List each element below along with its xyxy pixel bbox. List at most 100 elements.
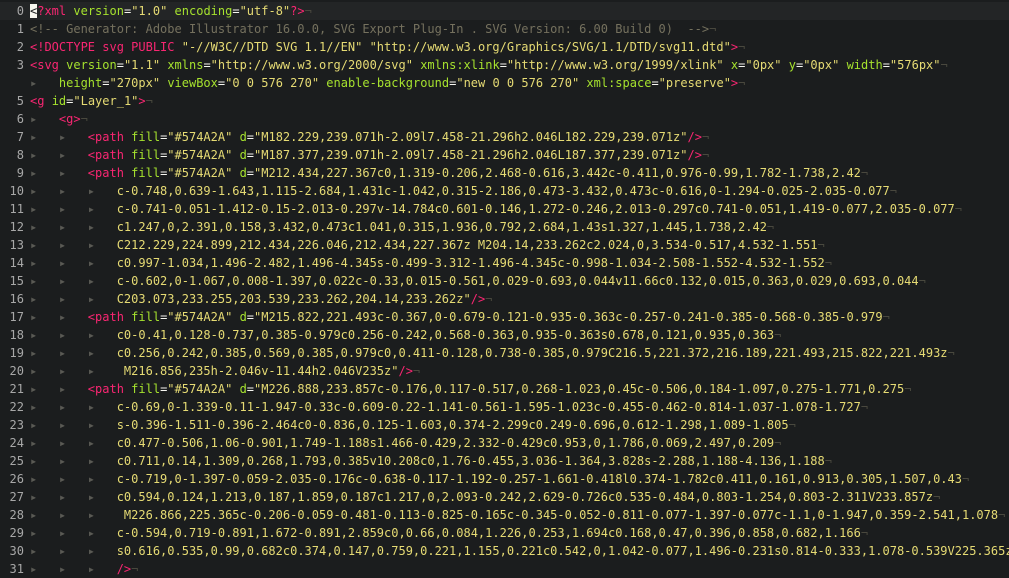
line-number: 25: [9, 454, 24, 468]
code-line[interactable]: 24 ▸ ▸ ▸ c0.477-0.506,1.06-0.901,1.749-1.…: [0, 434, 1009, 452]
indent-guide: ▸ ▸ ▸: [30, 472, 117, 486]
code-line[interactable]: 10 ▸ ▸ ▸ c-0.748,0.639-1.643,1.115-2.684,…: [0, 182, 1009, 200]
code-token: <!DOCTYPE svg PUBLIC: [30, 40, 182, 54]
line-number: 28: [9, 508, 24, 522]
line-number: 16: [9, 292, 24, 306]
code-line[interactable]: 13 ▸ ▸ ▸ C212.229,224.899,212.434,226.046…: [0, 236, 1009, 254]
code-token: "http://www.w3.org/2000/svg": [210, 58, 413, 72]
code-token: c0.997-1.034,1.496-2.482,1.496-4.345s-0.…: [116, 256, 825, 270]
code-token: "#574A2A": [167, 310, 233, 324]
code-line[interactable]: 29 ▸ ▸ ▸ c-0.594,0.719-0.891,1.672-0.891,…: [0, 524, 1009, 542]
indent-guide: ▸ ▸ ▸: [30, 418, 117, 432]
code-text: ▸ height="270px" viewBox="0 0 576 270" e…: [30, 74, 745, 92]
code-token: "270px": [109, 76, 161, 90]
indent-guide: ▸ ▸ ▸: [30, 346, 117, 360]
line-number: 17: [9, 310, 24, 324]
code-line[interactable]: 20 ▸ ▸ ▸ M216.856,235h-2.046v-11.44h2.046…: [0, 362, 1009, 380]
code-text: ▸ ▸ ▸ c-0.602,0-1.067,0.008-1.397,0.022c…: [30, 272, 926, 290]
code-line[interactable]: 27 ▸ ▸ ▸ c0.594,0.124,1.213,0.187,1.859,0…: [0, 488, 1009, 506]
code-line[interactable]: 7 ▸ ▸ <path fill="#574A2A" d="M182.229,23…: [0, 128, 1009, 146]
code-line[interactable]: 16 ▸ ▸ ▸ C203.073,233.255,203.539,233.262…: [0, 290, 1009, 308]
code-token: xml:space: [586, 76, 652, 90]
code-line[interactable]: 31 ▸ ▸ ▸ />¬: [0, 560, 1009, 578]
line-end-marker: ¬: [738, 40, 746, 54]
code-line[interactable]: 1 <!-- Generator: Adobe Illustrator 16.0.…: [0, 20, 1009, 38]
code-token: M226.866,225.365c-0.206-0.059-0.481-0.11…: [116, 508, 999, 522]
code-text: ▸ ▸ ▸ M226.866,225.365c-0.206-0.059-0.48…: [30, 506, 1005, 524]
code-token: y: [788, 58, 796, 72]
code-line[interactable]: 3 <svg version="1.1" xmlns="http://www.w3…: [0, 56, 1009, 74]
code-token: d: [239, 310, 247, 324]
line-number: 0: [16, 4, 24, 18]
code-line[interactable]: 14 ▸ ▸ ▸ c0.997-1.034,1.496-2.482,1.496-4…: [0, 254, 1009, 272]
code-token: =: [246, 148, 255, 162]
code-line[interactable]: 0 <?xml version="1.0" encoding="utf-8"?>¬: [0, 2, 1009, 20]
code-token: "-//W3C//DTD SVG 1.1//EN": [181, 40, 363, 54]
code-token: "#574A2A": [167, 166, 233, 180]
code-line[interactable]: ▸ height="270px" viewBox="0 0 576 270" e…: [0, 74, 1009, 92]
indent-guide: ▸: [30, 76, 59, 90]
code-line[interactable]: 19 ▸ ▸ ▸ c0.256,0.242,0.385,0.569,0.385,0…: [0, 344, 1009, 362]
line-end-marker: ¬: [485, 292, 493, 306]
code-line[interactable]: 17 ▸ ▸ <path fill="#574A2A" d="M215.822,2…: [0, 308, 1009, 326]
code-line[interactable]: 15 ▸ ▸ ▸ c-0.602,0-1.067,0.008-1.397,0.02…: [0, 272, 1009, 290]
code-token: c-0.719,0-1.397-0.059-2.035-0.176c-0.638…: [116, 472, 962, 486]
code-token: c0.256,0.242,0.385,0.569,0.385,0.979c0,0…: [116, 346, 948, 360]
line-number: 27: [9, 490, 24, 504]
code-token: />: [687, 148, 702, 162]
code-token: <g: [30, 94, 45, 108]
code-token: />: [398, 364, 413, 378]
code-line[interactable]: 26 ▸ ▸ ▸ c-0.719,0-1.397-0.059-2.035-0.17…: [0, 470, 1009, 488]
code-token: c-0.594,0.719-0.891,1.672-0.891,2.859c0,…: [116, 526, 861, 540]
code-line[interactable]: 11 ▸ ▸ ▸ c-0.741-0.051-1.412-0.15-2.013-0…: [0, 200, 1009, 218]
code-editor[interactable]: 0 <?xml version="1.0" encoding="utf-8"?>¬…: [0, 0, 1009, 576]
code-token: C212.229,224.899,212.434,226.046,212.434…: [116, 238, 818, 252]
code-text: ▸ ▸ ▸ s-0.396-1.511-0.396-2.464c0-0.836,…: [30, 416, 796, 434]
code-line[interactable]: 9 ▸ ▸ <path fill="#574A2A" d="M212.434,22…: [0, 164, 1009, 182]
code-token: viewBox: [167, 76, 218, 90]
code-token: c1.247,0,2.391,0.158,3.432,0.473c1.041,0…: [116, 220, 767, 234]
code-line[interactable]: 5 <g id="Layer_1">¬: [0, 92, 1009, 110]
indent-guide: ▸ ▸ ▸: [30, 292, 117, 306]
code-line[interactable]: 8 ▸ ▸ <path fill="#574A2A" d="M187.377,23…: [0, 146, 1009, 164]
code-text: <!-- Generator: Adobe Illustrator 16.0.0…: [30, 20, 716, 38]
code-line[interactable]: 21 ▸ ▸ <path fill="#574A2A" d="M226.888,2…: [0, 380, 1009, 398]
code-token: =: [246, 382, 255, 396]
line-end-marker: ¬: [933, 490, 941, 504]
code-line[interactable]: 22 ▸ ▸ ▸ c-0.69,0-1.339-0.11-1.947-0.33c-…: [0, 398, 1009, 416]
code-token: fill: [131, 310, 161, 324]
code-line[interactable]: 2 <!DOCTYPE svg PUBLIC "-//W3C//DTD SVG 1…: [0, 38, 1009, 56]
code-line[interactable]: 12 ▸ ▸ ▸ c1.247,0,2.391,0.158,3.432,0.473…: [0, 218, 1009, 236]
code-token: ?>: [290, 4, 305, 18]
code-token: fill: [131, 148, 161, 162]
line-end-marker: ¬: [709, 22, 717, 36]
code-token: =: [246, 130, 255, 144]
line-end-marker: ¬: [961, 472, 970, 486]
line-end-marker: ¬: [824, 454, 832, 468]
line-number: 24: [9, 436, 24, 450]
line-end-marker: ¬: [954, 202, 962, 216]
line-number: 13: [9, 238, 24, 252]
code-text: ▸ ▸ ▸ C212.229,224.899,212.434,226.046,2…: [30, 236, 825, 254]
code-line[interactable]: 28 ▸ ▸ ▸ M226.866,225.365c-0.206-0.059-0.…: [0, 506, 1009, 524]
line-end-marker: ¬: [131, 562, 139, 576]
code-line[interactable]: 6 ▸ <g>¬: [0, 110, 1009, 128]
line-number: 12: [9, 220, 24, 234]
code-token: =: [116, 58, 124, 72]
code-text: ▸ ▸ <path fill="#574A2A" d="M187.377,239…: [30, 146, 709, 164]
indent-guide: ▸ ▸ ▸: [30, 454, 117, 468]
code-line[interactable]: 23 ▸ ▸ ▸ s-0.396-1.511-0.396-2.464c0-0.83…: [0, 416, 1009, 434]
indent-guide: ▸ ▸ ▸: [30, 508, 117, 522]
code-token: d: [239, 130, 247, 144]
code-token: "0 0 576 270": [225, 76, 320, 90]
code-text: ▸ ▸ ▸ c1.247,0,2.391,0.158,3.432,0.473c1…: [30, 218, 774, 236]
code-token: M216.856,235h-2.046v-11.44h2.046V235z": [116, 364, 399, 378]
code-line[interactable]: 18 ▸ ▸ ▸ c0-0.41,0.128-0.737,0.385-0.979c…: [0, 326, 1009, 344]
code-text: <g id="Layer_1">¬: [30, 92, 153, 110]
code-line[interactable]: 30 ▸ ▸ ▸ s0.616,0.535,0.99,0.682c0.374,0.…: [0, 542, 1009, 560]
line-number: 8: [16, 148, 24, 162]
code-line[interactable]: 25 ▸ ▸ ▸ c0.711,0.14,1.309,0.268,1.793,0.…: [0, 452, 1009, 470]
